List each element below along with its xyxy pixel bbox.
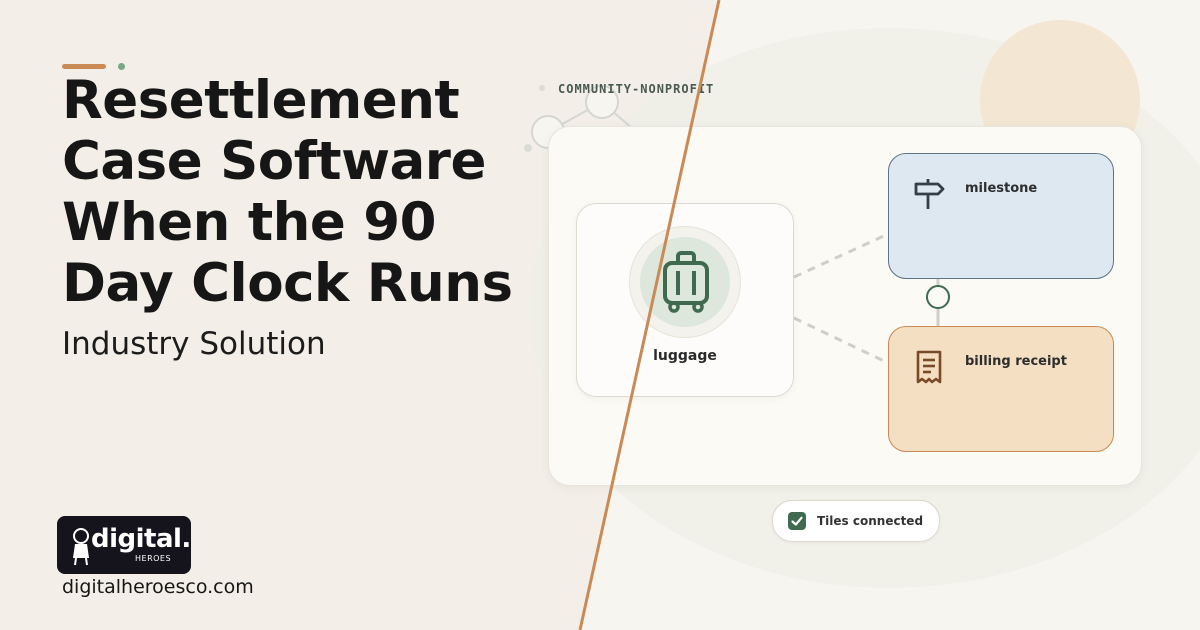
receipt-icon [916, 350, 942, 384]
signpost-icon [914, 179, 945, 209]
luggage-icon [663, 251, 709, 313]
tile-billing-receipt[interactable]: billing receipt [888, 326, 1114, 452]
category-label: COMMUNITY-NONPROFIT [558, 82, 715, 96]
connector-node [926, 285, 950, 309]
status-text: Tiles connected [817, 514, 924, 528]
logo-subtext: HEROES [135, 554, 172, 563]
page-title: Resettlement Case Software When the 90 D… [62, 70, 513, 314]
status-badge: Tiles connected [772, 500, 940, 542]
icon-ring [629, 226, 741, 338]
icon-background [640, 237, 730, 327]
accent-dot [118, 63, 125, 70]
brand-logo[interactable]: digital. HEROES [57, 516, 191, 574]
page-subtitle: Industry Solution [62, 326, 326, 362]
check-badge [788, 512, 806, 530]
tile-label-luggage: luggage [653, 348, 717, 364]
accent-bar [62, 64, 106, 69]
logo-text: digital. [91, 524, 191, 554]
website-url[interactable]: digitalheroesco.com [62, 576, 254, 598]
tile-luggage[interactable]: luggage [576, 203, 794, 397]
tile-label-milestone: milestone [965, 181, 1038, 196]
check-icon [791, 516, 803, 526]
tile-milestone[interactable]: milestone [888, 153, 1114, 279]
tile-label-billing-receipt: billing receipt [965, 354, 1067, 369]
